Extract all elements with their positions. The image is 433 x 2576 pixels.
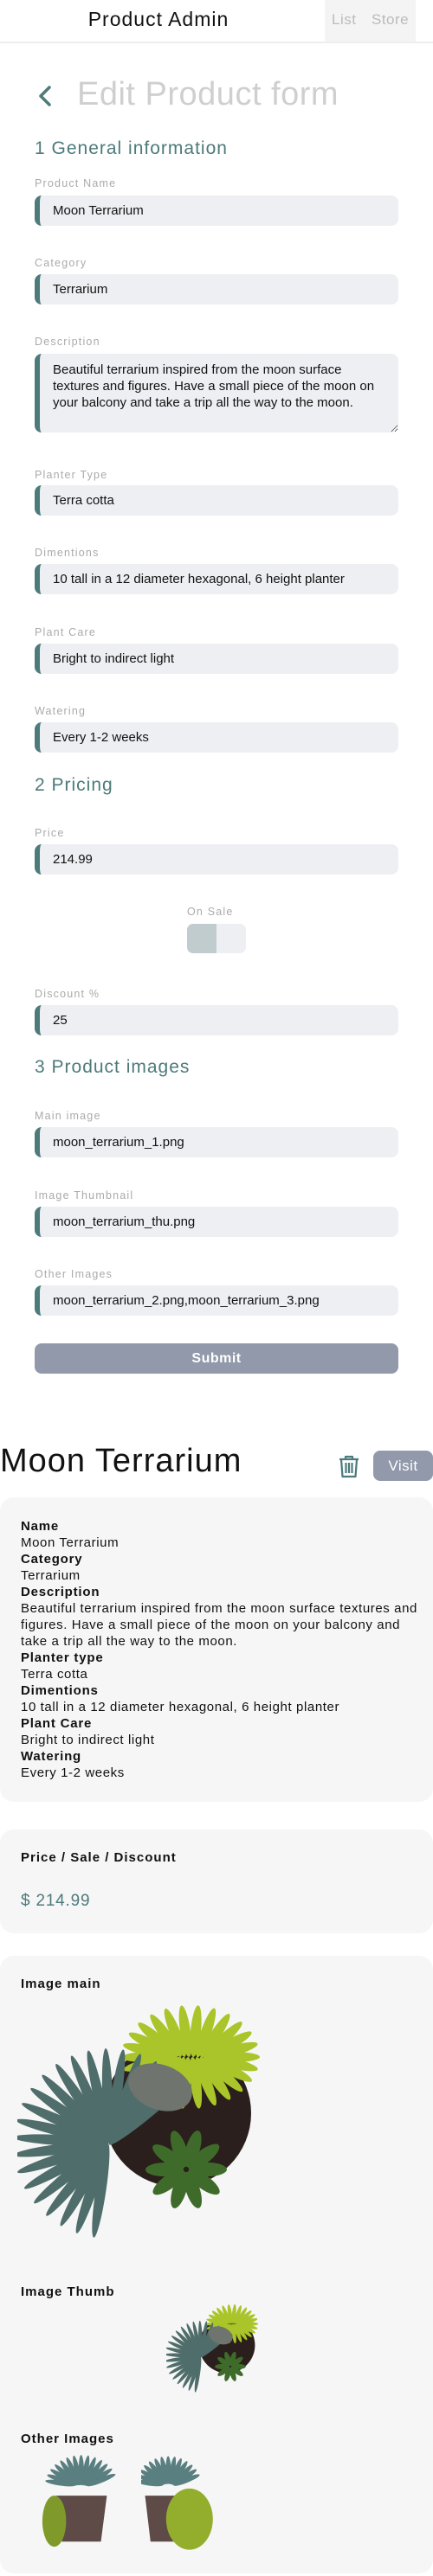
planter-type-input[interactable] bbox=[35, 485, 398, 516]
dimentions-input[interactable] bbox=[35, 564, 398, 594]
image-main-label: Image main bbox=[21, 1977, 101, 1991]
info-key-name: Name bbox=[21, 1519, 60, 1534]
toggle-knob bbox=[187, 924, 216, 953]
pricing-heading: Price / Sale / Discount bbox=[21, 1850, 177, 1865]
info-value-description: Beautiful terrarium inspired from the mo… bbox=[21, 1601, 417, 1649]
watering-label: Watering bbox=[35, 705, 87, 717]
other-images-heading: Other Images bbox=[21, 2432, 114, 2446]
info-value-planter-type: Terra cotta bbox=[21, 1667, 88, 1682]
on-sale-toggle[interactable] bbox=[187, 924, 246, 953]
chevron-left-icon[interactable] bbox=[35, 85, 57, 107]
info-list: Name Moon Terrarium Category Terrarium D… bbox=[21, 1518, 419, 1781]
info-key-dimentions: Dimentions bbox=[21, 1683, 99, 1698]
image-thumbnail-input[interactable] bbox=[35, 1207, 398, 1237]
info-key-watering: Watering bbox=[21, 1749, 82, 1764]
section-pricing-heading: 2 Pricing bbox=[35, 775, 113, 795]
product-detail-title: Moon Terrarium bbox=[0, 1443, 242, 1479]
pricing-card bbox=[0, 1829, 433, 1933]
bush-shape bbox=[42, 2496, 67, 2547]
main-image-input[interactable] bbox=[35, 1127, 398, 1157]
product-name-input[interactable] bbox=[35, 195, 398, 226]
discount-input[interactable] bbox=[35, 1005, 398, 1035]
info-value-plant-care: Bright to indirect light bbox=[21, 1733, 155, 1747]
app-header: Product Admin List Store bbox=[0, 0, 433, 43]
on-sale-label: On Sale bbox=[187, 906, 234, 918]
main-image bbox=[17, 2005, 260, 2238]
info-key-category: Category bbox=[21, 1552, 83, 1567]
section-images-heading: 3 Product images bbox=[35, 1057, 191, 1077]
info-value-name: Moon Terrarium bbox=[21, 1535, 120, 1550]
main-image-label: Main image bbox=[35, 1110, 101, 1122]
section-general-heading: 1 General information bbox=[35, 138, 228, 158]
top-nav: List Store bbox=[325, 0, 416, 42]
other-images-input[interactable] bbox=[35, 1285, 398, 1316]
nav-list-link[interactable]: List bbox=[332, 11, 356, 29]
bush-shape bbox=[165, 2488, 213, 2550]
image-thumbnail-label: Image Thumbnail bbox=[35, 1189, 134, 1201]
product-name-label: Product Name bbox=[35, 177, 117, 189]
info-value-dimentions: 10 tall in a 12 diameter hexagonal, 6 he… bbox=[21, 1700, 340, 1714]
plant-care-label: Plant Care bbox=[35, 626, 97, 638]
category-label: Category bbox=[35, 257, 87, 269]
plant-care-input[interactable] bbox=[35, 644, 398, 674]
nav-store-link[interactable]: Store bbox=[372, 11, 409, 29]
visit-button[interactable]: Visit bbox=[373, 1451, 433, 1481]
price-value: $ 214.99 bbox=[21, 1892, 91, 1910]
info-card: Name Moon Terrarium Category Terrarium D… bbox=[0, 1497, 433, 1802]
info-key-planter-type: Planter type bbox=[21, 1650, 104, 1665]
description-textarea[interactable]: Beautiful terrarium inspired from the mo… bbox=[35, 354, 398, 433]
other-image-1 bbox=[42, 2454, 116, 2547]
price-label: Price bbox=[35, 827, 65, 839]
trash-icon[interactable] bbox=[337, 1454, 361, 1478]
app-title: Product Admin bbox=[87, 8, 229, 30]
planter-type-label: Planter Type bbox=[35, 469, 108, 481]
description-label: Description bbox=[35, 336, 100, 348]
submit-button[interactable]: Submit bbox=[35, 1343, 398, 1374]
watering-input[interactable] bbox=[35, 722, 398, 753]
thumbnail-image bbox=[166, 2304, 259, 2393]
image-thumb-label: Image Thumb bbox=[21, 2284, 115, 2299]
page-title: Edit Product form bbox=[77, 76, 339, 112]
category-input[interactable] bbox=[35, 274, 398, 304]
discount-label: Discount % bbox=[35, 988, 100, 1000]
other-image-2 bbox=[141, 2456, 213, 2550]
info-value-watering: Every 1-2 weeks bbox=[21, 1765, 125, 1780]
price-input[interactable] bbox=[35, 844, 398, 875]
info-key-plant-care: Plant Care bbox=[21, 1716, 93, 1731]
info-value-category: Terrarium bbox=[21, 1568, 81, 1583]
other-images-label: Other Images bbox=[35, 1268, 113, 1280]
dimentions-label: Dimentions bbox=[35, 547, 100, 559]
info-key-description: Description bbox=[21, 1585, 100, 1599]
